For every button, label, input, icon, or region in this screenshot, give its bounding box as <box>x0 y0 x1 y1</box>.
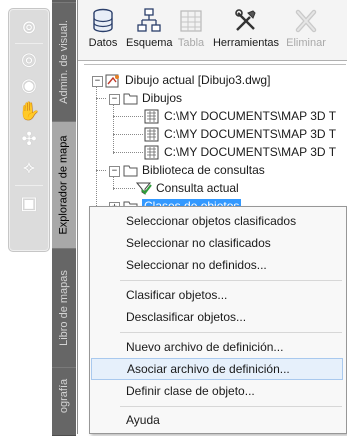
steering-wheel-icon[interactable]: ⊚ <box>18 17 40 39</box>
schema-icon <box>137 8 161 32</box>
tools-icon <box>235 9 256 31</box>
menu-separator <box>120 406 342 407</box>
tree-node-current-query[interactable]: Consulta actual <box>136 179 239 197</box>
menu-separator <box>120 332 342 333</box>
tree-node-label: Consulta actual <box>156 181 239 195</box>
tree-line <box>113 152 143 153</box>
menu-item-classify-objects[interactable]: Clasificar objetos... <box>91 284 343 306</box>
dwg-file-icon <box>144 109 159 124</box>
tree-node-drawing-file[interactable]: C:\MY DOCUMENTS\MAP 3D T <box>144 143 336 161</box>
query-filter-icon <box>136 182 152 196</box>
dwg-file-icon <box>144 145 159 160</box>
tree-node-query-library[interactable]: Biblioteca de consultas <box>123 161 265 179</box>
tree-line <box>113 188 135 189</box>
tree-node-label: Dibujos <box>142 91 183 105</box>
tree-line <box>96 170 106 171</box>
navigation-bar: ⊚ ◎ ◉ ✋ ✣ ⟡ ▣ <box>8 8 50 252</box>
explorer-toolbar: Datos Esquema Tabla Herramientas Elimina… <box>78 0 347 61</box>
menu-item-select-undefined[interactable]: Seleccionar no definidos... <box>91 254 343 276</box>
table-button[interactable]: Tabla <box>176 8 206 49</box>
table-icon <box>180 10 202 32</box>
database-icon <box>93 8 113 33</box>
orbit-icon[interactable]: ✣ <box>18 129 40 151</box>
delete-button[interactable]: Eliminar <box>285 8 327 49</box>
tree-node-label: C:\MY DOCUMENTS\MAP 3D T <box>164 109 337 123</box>
menu-item-define-object-class[interactable]: Definir clase de objeto... <box>91 380 343 402</box>
tab-map-explorer[interactable]: Explorador de mapa <box>52 121 76 249</box>
tree-node-label: C:\MY DOCUMENTS\MAP 3D T <box>164 145 337 159</box>
tools-button[interactable]: Herramientas <box>212 8 280 49</box>
nav-separator <box>15 185 43 186</box>
delete-icon <box>295 9 317 33</box>
tree-line <box>96 98 106 99</box>
tree-line <box>113 134 143 135</box>
data-button[interactable]: Datos <box>87 8 119 49</box>
context-menu: Seleccionar objetos clasificados Selecci… <box>89 206 347 434</box>
menu-separator <box>120 280 342 281</box>
dwg-file-icon <box>144 127 159 142</box>
hand-icon[interactable]: ✋ <box>18 101 40 123</box>
nav-separator <box>15 43 43 44</box>
showmotion-icon[interactable]: ⟡ <box>18 157 40 179</box>
menu-item-attach-definition-file[interactable]: Asociar archivo de definición... <box>91 358 343 380</box>
tree-node-label: C:\MY DOCUMENTS\MAP 3D T <box>164 127 337 141</box>
menu-item-select-classified[interactable]: Seleccionar objetos clasificados <box>91 210 343 232</box>
tree-node-drawing-file[interactable]: C:\MY DOCUMENTS\MAP 3D T <box>144 107 336 125</box>
tree-line <box>113 116 143 117</box>
pan-icon[interactable]: ◎ <box>18 49 40 71</box>
collapse-toggle[interactable]: − <box>109 94 120 105</box>
folder-icon <box>123 93 138 105</box>
drawing-icon <box>105 74 119 88</box>
tab-map-book[interactable]: Libro de mapas <box>52 248 76 368</box>
tab-admin-visual[interactable]: Admin. de visual. <box>52 2 76 122</box>
tree-node-drawing-file[interactable]: C:\MY DOCUMENTS\MAP 3D T <box>144 125 336 143</box>
menu-item-new-definition-file[interactable]: Nuevo archivo de definición... <box>91 336 343 358</box>
play-icon[interactable]: ▣ <box>18 193 40 215</box>
tab-topography[interactable]: ografía <box>52 367 76 436</box>
tree-node-label: Biblioteca de consultas <box>142 163 265 177</box>
zoom-icon[interactable]: ◉ <box>18 75 40 97</box>
tree-line <box>96 84 97 212</box>
menu-item-declassify-objects[interactable]: Desclasificar objetos... <box>91 306 343 328</box>
folder-icon <box>123 165 138 177</box>
menu-item-help[interactable]: Ayuda <box>91 409 343 431</box>
tree-node-drawings[interactable]: Dibujos <box>123 89 182 107</box>
collapse-toggle[interactable]: − <box>109 166 120 177</box>
tree-node-current-drawing[interactable]: Dibujo actual [Dibujo3.dwg] <box>105 71 270 89</box>
menu-item-select-unclassified[interactable]: Seleccionar no clasificados <box>91 232 343 254</box>
collapse-toggle[interactable]: − <box>92 76 103 87</box>
tree-node-label: Dibujo actual [Dibujo3.dwg] <box>125 73 271 87</box>
tree-line <box>113 102 114 154</box>
schema-button[interactable]: Esquema <box>126 8 172 49</box>
